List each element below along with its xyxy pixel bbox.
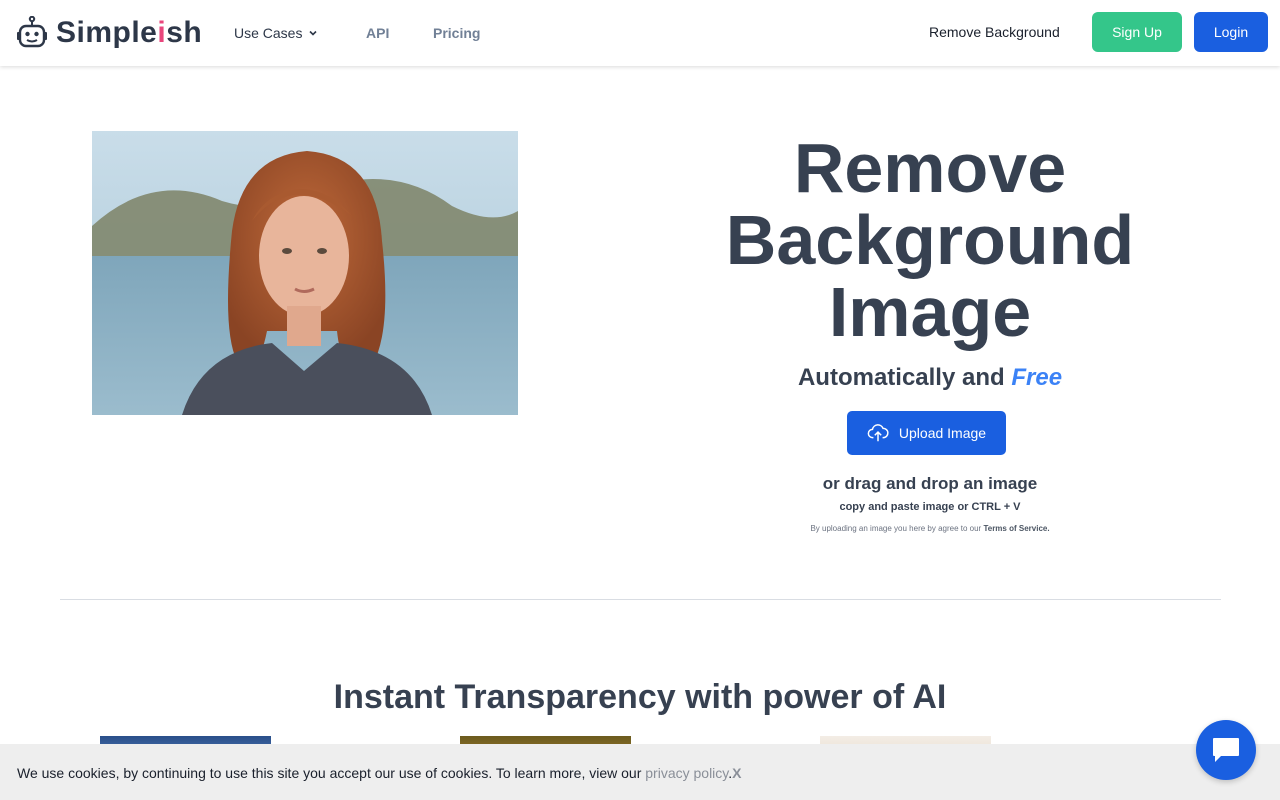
cookie-close-button[interactable]: X (732, 765, 741, 781)
drag-drop-text: or drag and drop an image (822, 474, 1038, 493)
portrait-image (92, 131, 518, 415)
logo[interactable]: Simpleish (16, 14, 202, 52)
nav-pricing[interactable]: Pricing (433, 25, 480, 41)
nav-use-cases-label: Use Cases (234, 25, 303, 41)
chat-bubble-icon (1213, 738, 1239, 762)
cookie-text-container: We use cookies, by continuing to use thi… (17, 765, 742, 781)
nav-api[interactable]: API (366, 25, 389, 41)
hero-title-line: Remove (793, 129, 1067, 207)
sign-up-button[interactable]: Sign Up (1092, 12, 1182, 52)
nav-remove-background[interactable]: Remove Background (929, 24, 1060, 40)
hero-subtitle-accent: Free (1011, 364, 1063, 391)
nav-use-cases[interactable]: Use Cases (234, 25, 318, 41)
cloud-upload-icon (867, 424, 889, 442)
hero-title-line: Image (828, 273, 1032, 351)
chat-button[interactable] (1196, 720, 1256, 780)
hero-title-line: Background (725, 201, 1135, 279)
privacy-policy-link[interactable]: privacy policy (645, 765, 728, 781)
hero-subtitle-text: Automatically and (797, 364, 1005, 391)
cookie-banner: We use cookies, by continuing to use thi… (0, 744, 1280, 800)
hero-subtitle: Automatically and Free (690, 364, 1170, 392)
hero-image (92, 131, 518, 415)
logo-text: Simpleish (56, 16, 203, 49)
terms-notice: By uploading an image you here by agree … (690, 524, 1170, 533)
hero-title: Remove Background Image (690, 132, 1170, 348)
chevron-down-icon (309, 30, 318, 36)
upload-image-label: Upload Image (898, 425, 987, 441)
login-button[interactable]: Login (1194, 12, 1268, 52)
section-divider (60, 599, 1221, 600)
upload-image-button[interactable]: Upload Image (847, 411, 1006, 455)
terms-of-service-link[interactable]: Terms of Service. (983, 524, 1049, 533)
navbar: Simpleish Use Cases API Pricing Remove B… (0, 0, 1280, 66)
cookie-text: We use cookies, by continuing to use thi… (17, 765, 642, 781)
paste-hint-text: copy and paste image or CTRL + V (839, 501, 1021, 513)
section-title: Instant Transparency with power of AI (333, 678, 947, 716)
terms-notice-text: By uploading an image you here by agree … (810, 524, 982, 533)
robot-icon (17, 16, 47, 48)
